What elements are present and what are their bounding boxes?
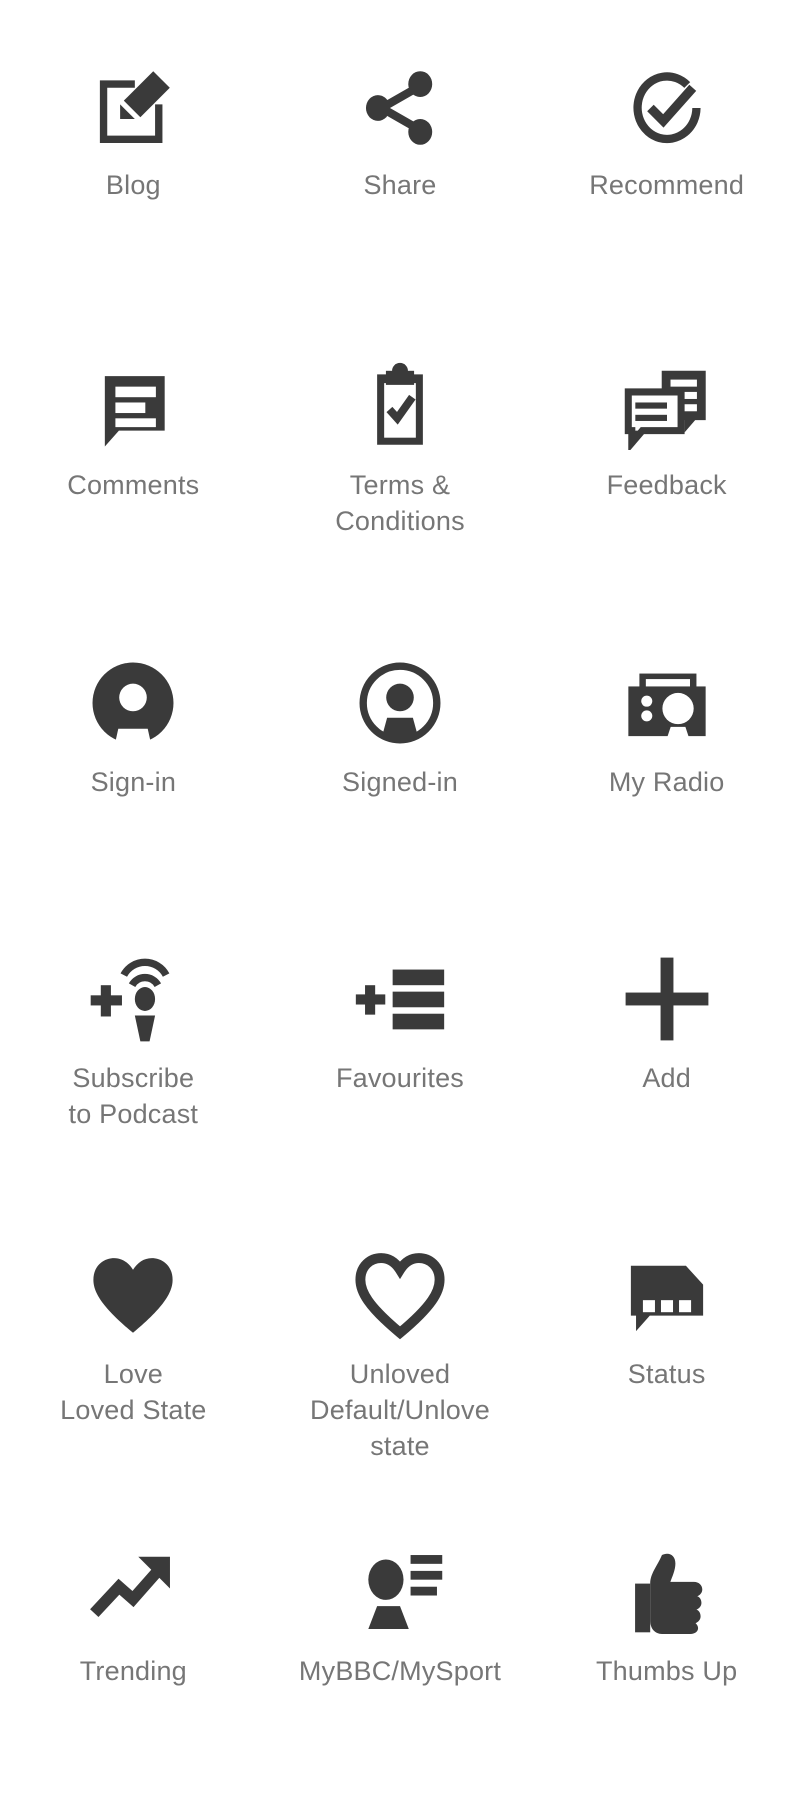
icon-cell-podcast[interactable]: Subscribe to Podcast — [0, 929, 267, 1225]
icon-cell-love[interactable]: Love Loved State — [0, 1225, 267, 1521]
icon-label: Love Loved State — [60, 1359, 207, 1425]
heart-filled-icon[interactable] — [88, 1243, 178, 1347]
icon-cell-unloved[interactable]: Unloved Default/Unlove state — [267, 1225, 534, 1521]
comments-icon[interactable] — [89, 354, 177, 458]
icon-cell-signin[interactable]: Sign-in — [0, 633, 267, 929]
status-icon[interactable] — [624, 1243, 710, 1347]
icon-label: Comments — [67, 470, 200, 501]
icon-cell-feedback[interactable]: Feedback — [533, 336, 800, 632]
plus-icon[interactable] — [621, 947, 713, 1051]
icon-cell-share[interactable]: Share — [267, 40, 534, 336]
icon-label: Thumbs Up — [595, 1655, 738, 1686]
icon-label: Share — [363, 170, 437, 200]
thumbs-up-icon[interactable] — [625, 1540, 709, 1644]
icon-label: Feedback — [606, 470, 727, 501]
mybbc-icon[interactable] — [356, 1540, 444, 1644]
signed-in-icon[interactable] — [354, 651, 446, 755]
icon-label: Recommend — [589, 170, 745, 200]
icon-cell-myradio[interactable]: My Radio — [533, 633, 800, 929]
icon-label: Blog — [105, 170, 161, 200]
icon-grid: Blog Share Recommend Comments Terms & Co… — [0, 40, 800, 1818]
favourites-icon[interactable] — [354, 947, 446, 1051]
icon-cell-terms[interactable]: Terms & Conditions — [267, 336, 534, 632]
icon-label: MyBBC/MySport — [298, 1655, 502, 1686]
radio-icon[interactable] — [621, 651, 713, 755]
icon-label: Terms & Conditions — [335, 470, 465, 536]
icon-label: Signed-in — [342, 766, 458, 797]
icon-cell-mybbc[interactable]: MyBBC/MySport — [267, 1522, 534, 1818]
clipboard-check-icon[interactable] — [356, 354, 444, 458]
sign-in-icon[interactable] — [87, 651, 179, 755]
icon-cell-thumbsup[interactable]: Thumbs Up — [533, 1522, 800, 1818]
icon-cell-favourites[interactable]: Favourites — [267, 929, 534, 1225]
icon-label: My Radio — [608, 766, 725, 797]
icon-cell-status[interactable]: Status — [533, 1225, 800, 1521]
icon-cell-add[interactable]: Add — [533, 929, 800, 1225]
blog-icon[interactable] — [87, 58, 179, 158]
icon-reference-sheet: Blog Share Recommend Comments Terms & Co… — [0, 0, 800, 1818]
trending-icon[interactable] — [89, 1540, 177, 1644]
icon-label: Status — [627, 1359, 706, 1390]
icon-label: Sign-in — [90, 766, 177, 797]
icon-cell-recommend[interactable]: Recommend — [533, 40, 800, 336]
icon-cell-comments[interactable]: Comments — [0, 336, 267, 632]
subscribe-podcast-icon[interactable] — [87, 947, 179, 1051]
heart-outline-icon[interactable] — [355, 1243, 445, 1347]
icon-label: Unloved Default/Unlove state — [310, 1359, 490, 1461]
share-icon[interactable] — [354, 58, 446, 158]
icon-cell-trending[interactable]: Trending — [0, 1522, 267, 1818]
icon-label: Favourites — [335, 1063, 465, 1093]
feedback-icon[interactable] — [623, 354, 711, 458]
recommend-icon[interactable] — [621, 58, 713, 158]
icon-label: Add — [642, 1063, 691, 1093]
icon-cell-blog[interactable]: Blog — [0, 40, 267, 336]
icon-cell-signedin[interactable]: Signed-in — [267, 633, 534, 929]
icon-label: Subscribe to Podcast — [68, 1063, 199, 1129]
icon-label: Trending — [79, 1655, 187, 1686]
